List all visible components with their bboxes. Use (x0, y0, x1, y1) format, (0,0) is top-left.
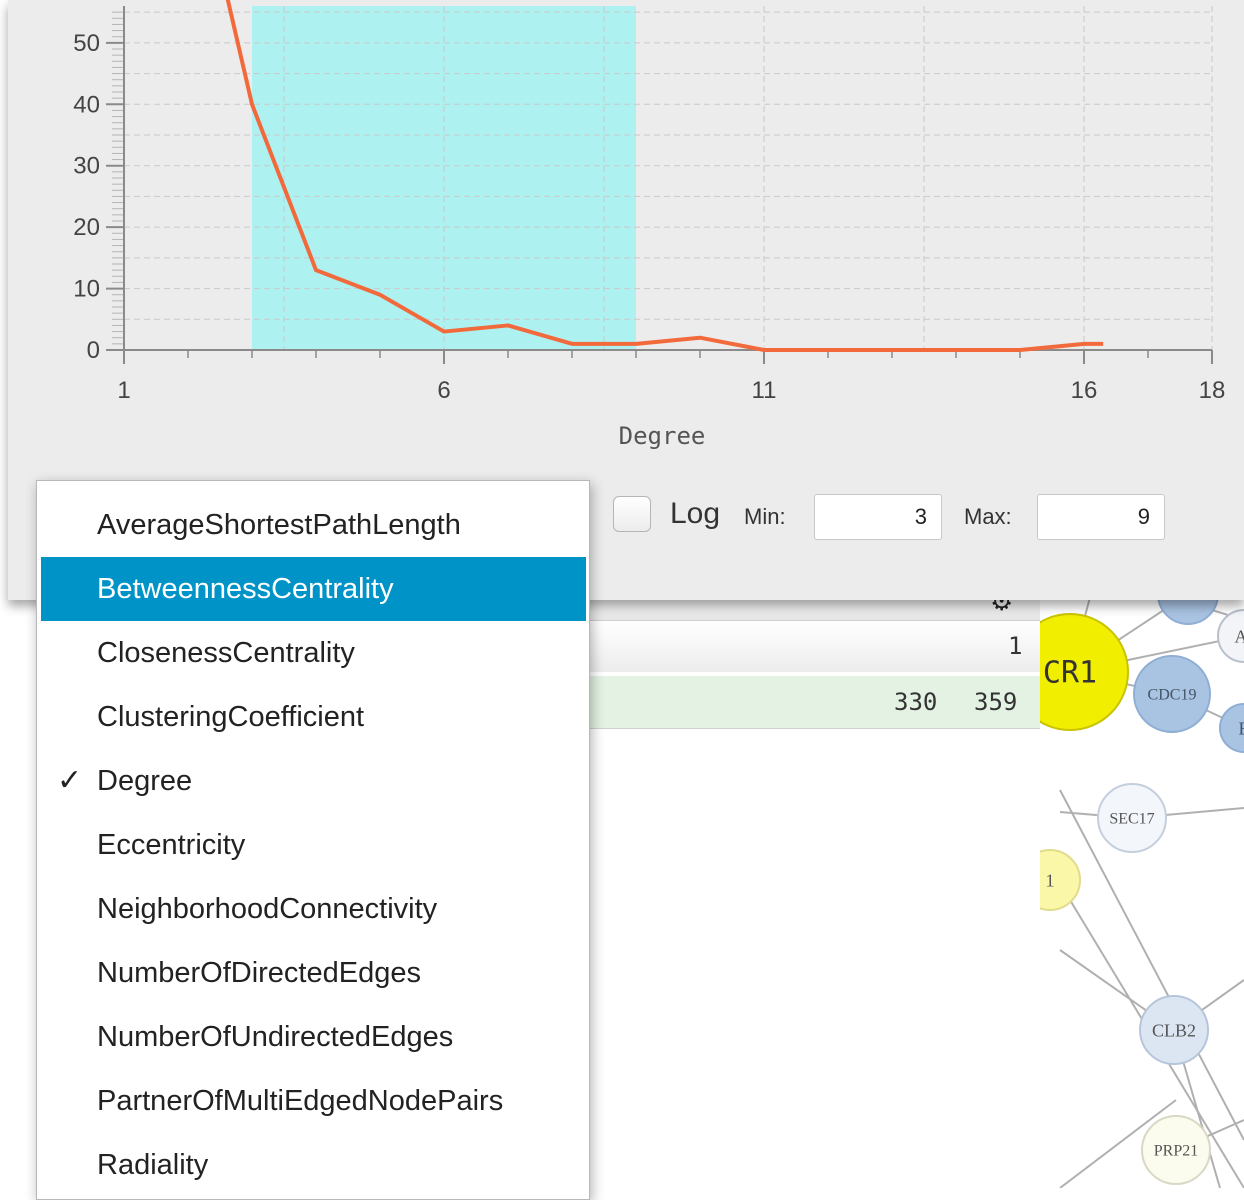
node-table-panel: ⚙ 1 330 359 (590, 600, 1040, 1188)
menu-item-numberofundirectededges[interactable]: NumberOfUndirectedEdges (41, 1005, 586, 1069)
max-label: Max: (964, 504, 1012, 530)
table-cell: 1 (1008, 632, 1022, 660)
svg-text:SEC17: SEC17 (1109, 811, 1154, 828)
y-axis-minor-ticks (112, 12, 124, 350)
max-input[interactable] (1037, 494, 1165, 540)
check-icon: ✓ (57, 749, 82, 813)
left-panel-edge (20, 600, 36, 1188)
x-axis-label: Degree (619, 422, 706, 450)
menu-item-averageshortestpathlength[interactable]: AverageShortestPathLength (41, 493, 586, 557)
table-header: ⚙ (590, 600, 1040, 621)
svg-text:CR1: CR1 (1043, 656, 1097, 691)
x-tick-label: 18 (1199, 377, 1226, 404)
log-label: Log (670, 497, 720, 531)
network-node[interactable]: E (1220, 704, 1244, 752)
min-input[interactable] (814, 494, 942, 540)
menu-item-label: Radiality (97, 1133, 208, 1197)
menu-item-closenesscentrality[interactable]: ClosenessCentrality (41, 621, 586, 685)
menu-item-label: AverageShortestPathLength (97, 493, 461, 557)
menu-item-betweennesscentrality[interactable]: BetweennessCentrality (41, 557, 586, 621)
degree-distribution-chart[interactable]: 16111618 01020304050 Degree (8, 0, 1244, 480)
menu-item-label: Degree (97, 749, 192, 813)
menu-item-degree[interactable]: ✓ Degree (41, 749, 586, 813)
menu-item-label: NumberOfDirectedEdges (97, 941, 421, 1005)
menu-item-label: ClusteringCoefficient (97, 685, 364, 749)
y-tick-label: 10 (73, 276, 100, 303)
y-tick-label: 30 (73, 153, 100, 180)
log-checkbox[interactable] (613, 496, 651, 532)
svg-text:1: 1 (1046, 870, 1055, 890)
svg-text:PRP21: PRP21 (1154, 1143, 1198, 1160)
x-axis-ticks: 16111618 (117, 350, 1225, 404)
svg-text:CDC19: CDC19 (1148, 687, 1197, 704)
x-tick-label: 1 (117, 377, 130, 404)
menu-item-numberofdirectededges[interactable]: NumberOfDirectedEdges (41, 941, 586, 1005)
x-tick-label: 6 (437, 377, 450, 404)
table-row[interactable]: 330 359 (590, 676, 1040, 729)
min-label: Min: (744, 504, 786, 530)
menu-item-label: BetweennessCentrality (97, 557, 394, 621)
x-tick-label: 11 (752, 377, 777, 404)
menu-item-partnerofmultiedgednodepairs[interactable]: PartnerOfMultiEdgedNodePairs (41, 1069, 586, 1133)
menu-item-label: Eccentricity (97, 813, 245, 877)
svg-text:AI: AI (1235, 626, 1244, 646)
network-node[interactable]: PRP21 (1142, 1116, 1210, 1184)
menu-item-neighborhoodconnectivity[interactable]: NeighborhoodConnectivity (41, 877, 586, 941)
menu-item-radiality[interactable]: Radiality (41, 1133, 586, 1197)
y-tick-label: 50 (73, 30, 100, 57)
network-nodes: CR1 CDC19 SEC17 CLB2 PRP21 1 AI E (1012, 564, 1244, 1184)
x-tick-label: 16 (1071, 377, 1098, 404)
network-node[interactable]: SEC17 (1098, 784, 1166, 852)
table-cell: 359 (974, 688, 1017, 716)
y-tick-label: 20 (73, 214, 100, 241)
menu-item-label: NumberOfUndirectedEdges (97, 1005, 453, 1069)
network-node[interactable]: CLB2 (1140, 996, 1208, 1064)
y-tick-label: 40 (73, 91, 100, 118)
menu-item-eccentricity[interactable]: Eccentricity (41, 813, 586, 877)
menu-item-label: ClosenessCentrality (97, 621, 355, 685)
menu-item-clusteringcoefficient[interactable]: ClusteringCoefficient (41, 685, 586, 749)
menu-item-label: PartnerOfMultiEdgedNodePairs (97, 1069, 503, 1133)
network-node[interactable]: AI (1218, 610, 1244, 662)
table-row[interactable]: 1 (590, 622, 1040, 672)
y-tick-label: 0 (87, 337, 100, 364)
svg-text:E: E (1239, 718, 1244, 738)
attribute-dropdown-menu: AverageShortestPathLength BetweennessCen… (36, 480, 590, 1200)
svg-text:CLB2: CLB2 (1152, 1020, 1196, 1040)
menu-item-label: NeighborhoodConnectivity (97, 877, 437, 941)
table-cell: 330 (894, 688, 937, 716)
network-node[interactable]: CDC19 (1134, 656, 1210, 732)
